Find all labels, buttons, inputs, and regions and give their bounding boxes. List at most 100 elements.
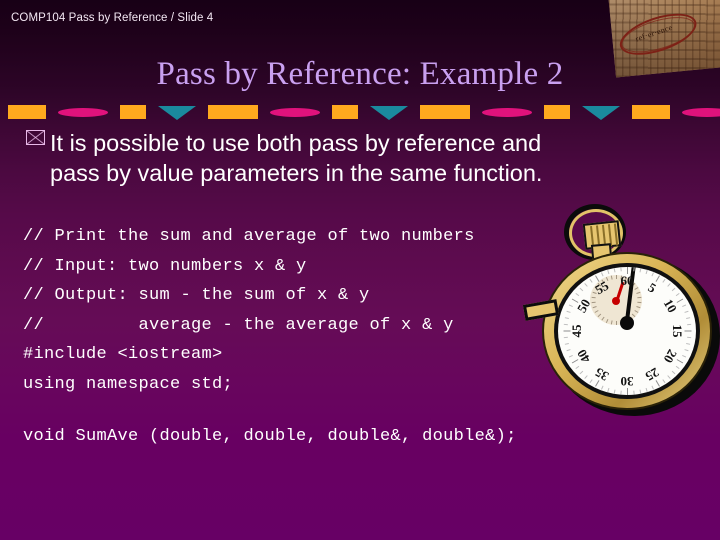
dial-tick <box>566 310 571 313</box>
dial-tick <box>687 323 692 326</box>
dial-tick <box>620 267 622 272</box>
subdial-tick <box>637 296 642 299</box>
bullet-line-1: It is possible to use both pass by refer… <box>50 130 542 156</box>
subdial-tick <box>616 275 617 279</box>
function-prototype-line: void SumAve (double, double, double&, do… <box>23 427 517 446</box>
dial-tick <box>563 336 568 339</box>
dial-tick <box>682 354 687 358</box>
dial-tick <box>645 269 648 275</box>
dial-tick <box>568 304 573 308</box>
dial-tick <box>686 317 691 320</box>
dial-tick <box>684 310 689 313</box>
code-line: // Print the sum and average of two numb… <box>23 227 475 246</box>
dial-tick <box>667 283 671 287</box>
dial-tick <box>639 268 642 273</box>
stopwatch-dial: 5 10 15 20 25 30 35 40 45 50 55 60 <box>558 267 696 395</box>
subdial-tick <box>616 321 617 325</box>
divider-triangle <box>158 106 196 120</box>
dial-tick <box>687 336 692 339</box>
divider-rectangle <box>544 105 570 119</box>
divider-ellipse <box>682 108 720 117</box>
subdial-tick <box>591 296 596 299</box>
dial-tick <box>662 379 666 384</box>
dial-tick <box>613 268 616 273</box>
divider-triangle <box>370 106 408 120</box>
dial-number: 30 <box>620 374 634 389</box>
crown-ridge <box>613 223 619 246</box>
dial-number: 5 <box>645 279 659 296</box>
divider-rectangle <box>208 105 258 119</box>
dial-number: 25 <box>642 364 662 385</box>
dial-tick <box>686 342 691 345</box>
stopwatch-hub <box>620 316 634 330</box>
subdial-tick <box>636 306 641 309</box>
code-line: using namespace std; <box>23 374 234 394</box>
dial-tick <box>575 292 580 297</box>
envelope-bullet-icon <box>26 130 45 145</box>
subdial-tick <box>594 310 599 313</box>
slide-header: COMP104 Pass by Reference / Slide 4 <box>11 12 214 24</box>
page-title: Pass by Reference: Example 2 <box>156 56 564 92</box>
dial-tick <box>607 269 610 275</box>
slide-canvas: ref·er·ence COMP104 Pass by Reference / … <box>0 0 720 540</box>
divider-ellipse <box>482 108 532 117</box>
dial-tick <box>667 375 671 379</box>
divider-ellipse <box>270 108 320 117</box>
dial-tick <box>601 385 604 390</box>
subdial-tick <box>636 291 641 294</box>
decorative-divider <box>0 104 720 122</box>
code-line: #include <iostream> <box>23 345 223 364</box>
dial-number: 20 <box>660 346 681 366</box>
dial-tick <box>684 330 692 332</box>
dial-tick <box>589 379 593 384</box>
dial-tick <box>601 272 604 277</box>
divider-rectangle <box>420 105 470 119</box>
dial-tick <box>564 342 569 345</box>
dial-tick <box>676 359 684 364</box>
subdial-tick <box>634 310 639 313</box>
divider-rectangle <box>332 105 358 119</box>
code-listing: // Print the sum and average of two numb… <box>23 222 475 399</box>
dial-tick <box>620 390 622 395</box>
subdial-tick <box>605 318 609 324</box>
code-line: // Input: two numbers x & y <box>23 256 307 276</box>
dial-tick <box>671 287 676 292</box>
dial-number: 35 <box>592 364 612 385</box>
subdial-tick <box>637 301 642 304</box>
divider-rectangle <box>120 105 146 119</box>
dial-tick <box>566 349 571 352</box>
dial-tick <box>639 389 642 394</box>
dial-tick <box>627 388 628 395</box>
dial-tick <box>589 278 593 283</box>
dial-tick <box>579 370 584 375</box>
dial-tick <box>575 365 580 370</box>
dial-tick <box>675 365 680 370</box>
dial-number: 45 <box>569 324 584 338</box>
dial-tick <box>651 272 654 277</box>
dial-tick <box>655 380 660 387</box>
dial-tick <box>633 390 635 395</box>
dial-tick <box>682 304 687 308</box>
dial-number: 10 <box>660 296 681 316</box>
subdial-tick <box>605 276 609 282</box>
dial-number: 40 <box>573 346 593 366</box>
code-line: // Output: sum - the sum of x & y <box>23 286 370 305</box>
subdial-tick <box>631 313 636 318</box>
dial-tick <box>684 349 689 352</box>
dial-tick <box>568 354 573 358</box>
subdial-tick <box>610 320 613 325</box>
divider-triangle <box>582 106 620 120</box>
subdial-tick <box>601 316 605 321</box>
dial-tick <box>579 287 584 292</box>
stopwatch-illustration: 5 10 15 20 25 30 35 40 45 50 55 60 <box>522 204 720 416</box>
dial-tick <box>563 323 568 326</box>
dial-tick <box>613 389 616 394</box>
divider-rectangle <box>8 105 46 119</box>
dial-tick <box>564 317 569 320</box>
dial-tick <box>651 385 654 390</box>
dial-tick <box>607 387 610 393</box>
subdial-tick <box>597 313 602 318</box>
dial-tick <box>675 292 680 297</box>
dial-tick <box>645 387 648 393</box>
code-line: // average - the average of x & y <box>23 315 454 335</box>
